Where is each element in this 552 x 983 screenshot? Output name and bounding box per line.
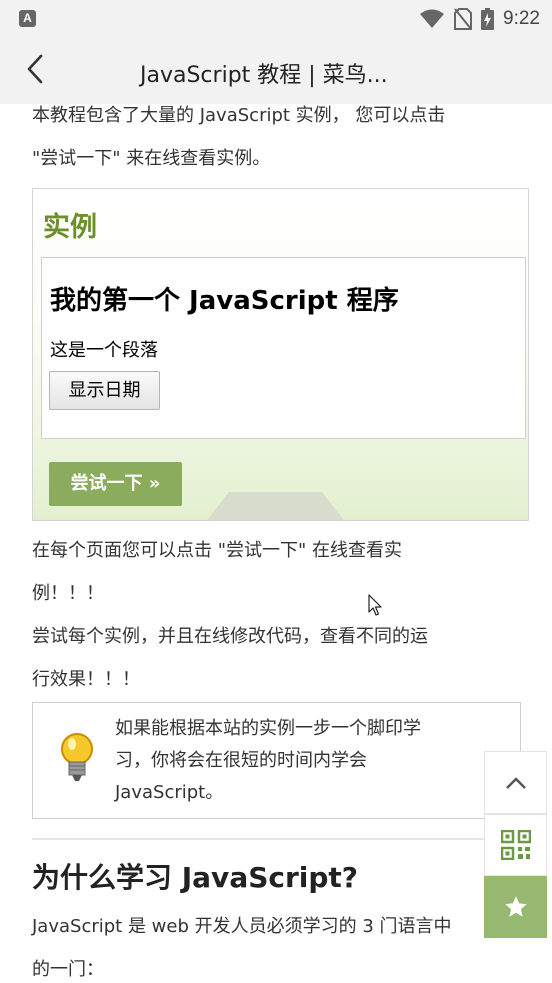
page-title: JavaScript 教程 | 菜鸟... [140, 63, 388, 88]
app-notification-icon: A [19, 10, 36, 27]
decoration-shape [198, 492, 353, 520]
section-paragraph: JavaScript 是 web 开发人员必须学习的 3 门语言中 的一门： [32, 905, 552, 983]
demo-heading: 我的第一个 JavaScript 程序 [50, 286, 399, 316]
example-box: 实例 我的第一个 JavaScript 程序 这是一个段落 显示日期 尝试一下 … [32, 188, 529, 521]
modify-line-1: 尝试每个实例，并且在线修改代码，查看不同的运 [32, 626, 428, 647]
try-line-1: 在每个页面您可以点击 "尝试一下" 在线查看实 [32, 540, 402, 561]
modify-line-2: 行效果！！！ [32, 669, 140, 690]
status-bar: A 9:22 [0, 0, 552, 38]
show-date-button[interactable]: 显示日期 [49, 371, 160, 410]
article-content: 本教程包含了大量的 JavaScript 实例， 您可以点击 "尝试一下" 来在… [0, 104, 552, 983]
section-line-2: 的一门： [32, 959, 104, 980]
favorite-button[interactable] [484, 876, 547, 938]
section-line-1: JavaScript 是 web 开发人员必须学习的 3 门语言中 [32, 916, 452, 937]
qr-code-icon [500, 830, 531, 860]
demo-frame: 我的第一个 JavaScript 程序 这是一个段落 显示日期 [41, 257, 526, 439]
no-sim-icon [454, 8, 473, 30]
intro-line-2: "尝试一下" 来在线查看实例。 [32, 148, 271, 169]
intro-line-1: 本教程包含了大量的 JavaScript 实例， 您可以点击 [32, 105, 446, 126]
star-icon [504, 896, 527, 917]
tip-box: 如果能根据本站的实例一步一个脚印学 习，你将会在很短的时间内学会 JavaScr… [32, 702, 521, 819]
tip-line-1: 如果能根据本站的实例一步一个脚印学 [115, 718, 421, 739]
example-title: 实例 [43, 212, 97, 243]
modify-paragraph: 尝试每个实例，并且在线修改代码，查看不同的运 行效果！！！ [32, 615, 517, 701]
divider [32, 838, 521, 840]
intro-paragraph: 本教程包含了大量的 JavaScript 实例， 您可以点击 "尝试一下" 来在… [32, 104, 517, 180]
tip-text: 如果能根据本站的实例一步一个脚印学 习，你将会在很短的时间内学会 JavaScr… [115, 713, 510, 809]
status-icons: 9:22 [419, 6, 540, 32]
try-line-2: 例！！！ [32, 583, 104, 604]
back-button[interactable] [18, 52, 52, 86]
battery-charging-icon [481, 8, 495, 30]
chevron-left-icon [27, 54, 43, 84]
tip-line-3: JavaScript。 [115, 782, 224, 803]
tip-line-2: 习，你将会在很短的时间内学会 [115, 750, 367, 771]
back-to-top-icon [505, 776, 526, 789]
mouse-cursor-icon [368, 594, 382, 616]
wifi-icon [420, 9, 445, 28]
demo-paragraph: 这是一个段落 [50, 340, 158, 361]
qr-code-button[interactable] [484, 814, 547, 876]
clock: 9:22 [503, 8, 540, 29]
app-bar: JavaScript 教程 | 菜鸟... [0, 38, 552, 104]
section-heading: 为什么学习 JavaScript? [32, 861, 359, 894]
try-it-button[interactable]: 尝试一下 » [49, 462, 182, 506]
try-paragraph: 在每个页面您可以点击 "尝试一下" 在线查看实 例！！！ [32, 529, 517, 615]
lightbulb-icon [61, 733, 93, 781]
back-to-top-button[interactable] [484, 751, 547, 814]
